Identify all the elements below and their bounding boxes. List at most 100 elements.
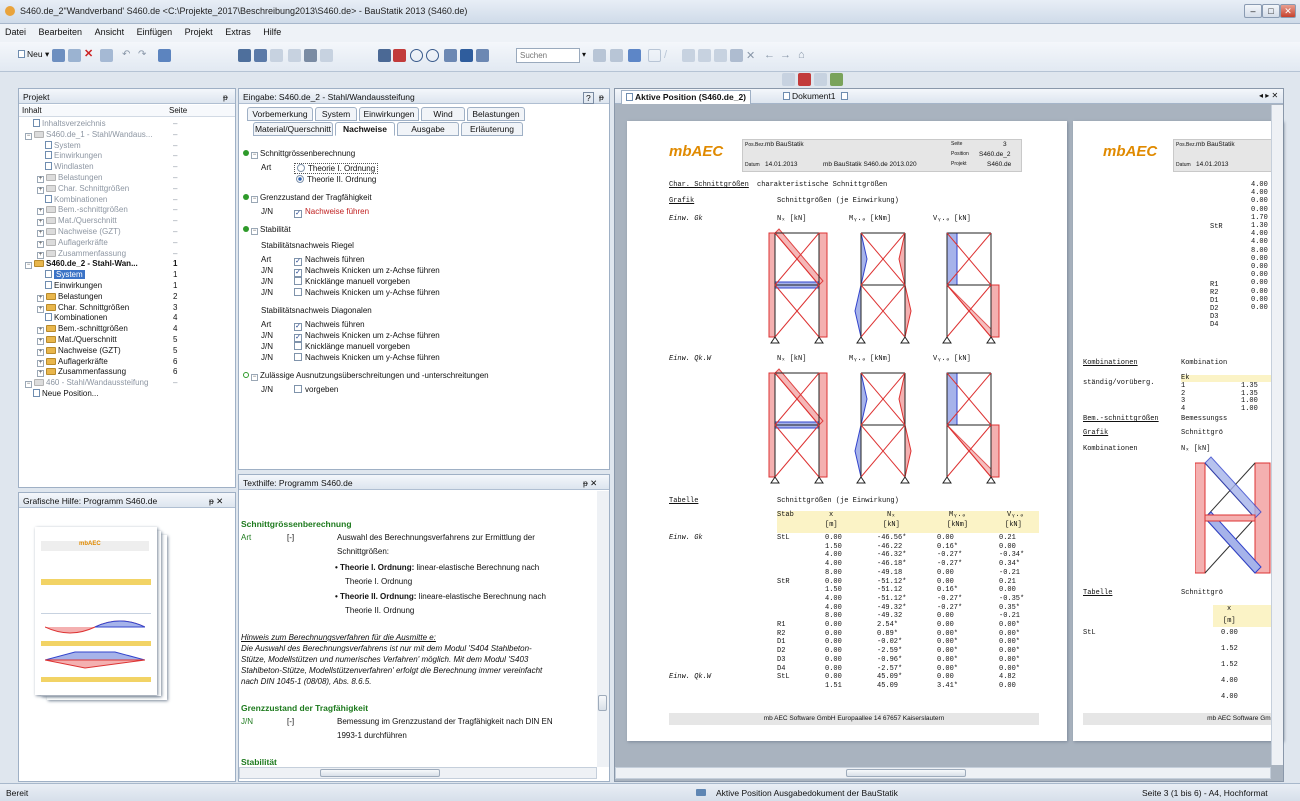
menu-hilfe[interactable]: Hilfe <box>258 24 286 40</box>
doc-hscroll[interactable] <box>615 767 1271 779</box>
tree-item[interactable]: Kombinationen <box>45 194 107 205</box>
theory1-radio[interactable]: Theorie I. Ordnung <box>294 163 379 174</box>
search-dropdown-icon[interactable]: ▾ <box>582 50 586 59</box>
tree-item[interactable]: Einwirkungen <box>45 281 102 291</box>
tree-item[interactable]: + Auflagerkräfte <box>37 357 108 367</box>
expand-icon[interactable]: − <box>25 262 32 270</box>
pen-icon[interactable] <box>628 49 641 62</box>
diag-knicken-y-cb[interactable]: Nachweis Knicken um y-Achse führen <box>294 353 440 362</box>
help-button[interactable]: ? <box>583 92 594 104</box>
print-icon[interactable] <box>254 49 267 62</box>
collapse-icon-1[interactable]: − <box>251 152 258 159</box>
format-icon[interactable] <box>288 49 301 62</box>
properties-icon[interactable] <box>100 49 113 62</box>
page-width-icon[interactable] <box>444 49 457 62</box>
expand-icon[interactable]: − <box>25 132 32 140</box>
pin-icon[interactable]: ᵽ <box>223 92 228 102</box>
new-button[interactable]: Neu ▾ <box>18 49 49 60</box>
tree-item[interactable]: + Mat./Querschnitt <box>37 216 117 227</box>
input-tab[interactable]: Vorbemerkung <box>247 107 313 121</box>
tree-item[interactable]: + Zusammenfassung <box>37 249 126 259</box>
search-input[interactable] <box>516 48 580 63</box>
printer-icon[interactable] <box>378 49 391 62</box>
tree-item[interactable]: Kombinationen <box>45 313 107 323</box>
input-tab[interactable]: Wind <box>421 107 465 121</box>
input-tab[interactable]: Ausgabe <box>397 122 459 136</box>
expand-icon[interactable]: + <box>37 327 44 335</box>
view-icon[interactable] <box>158 49 171 62</box>
riegel-knicken-y-cb[interactable]: Nachweis Knicken um y-Achse führen <box>294 288 440 297</box>
expand-icon[interactable]: + <box>37 294 44 302</box>
nav2-icon[interactable] <box>610 49 623 62</box>
texthelp-hscroll[interactable] <box>239 767 597 779</box>
tree-item[interactable]: Inhaltsverzeichnis <box>33 119 106 129</box>
riegel-nachweis-cb[interactable]: ✓ Nachweis führen <box>294 255 365 266</box>
grid-icon[interactable] <box>682 49 695 62</box>
input-tab[interactable]: Erläuterung <box>461 122 523 136</box>
expand-icon[interactable]: + <box>37 219 44 227</box>
tree-item[interactable]: + Zusammenfassung <box>37 367 126 378</box>
export-icon[interactable] <box>270 49 283 62</box>
doc-icon-a[interactable] <box>782 73 795 86</box>
zoom-in-icon[interactable] <box>410 49 423 62</box>
input-tab[interactable]: Belastungen <box>467 107 525 121</box>
expand-icon[interactable]: + <box>37 348 44 356</box>
diag-knicken-z-cb[interactable]: ✓ Nachweis Knicken um z-Achse führen <box>294 331 440 342</box>
diag-nachweis-cb[interactable]: ✓ Nachweis führen <box>294 320 365 331</box>
bookmark-icon[interactable]: ⌂ <box>798 49 811 62</box>
tree-item[interactable]: Einwirkungen <box>45 151 102 161</box>
redo-icon[interactable]: ↷ <box>138 49 151 62</box>
close-window-button[interactable]: ✕ <box>1280 4 1296 18</box>
expand-icon[interactable]: + <box>37 230 44 237</box>
doc-icon-d[interactable] <box>830 73 843 86</box>
riegel-knicken-z-cb[interactable]: ✓ Nachweis Knicken um z-Achse führen <box>294 266 440 277</box>
menu-projekt[interactable]: Projekt <box>180 24 218 40</box>
tree-item[interactable]: + Char. Schnittgrößen <box>37 184 129 194</box>
doc-icon-c[interactable] <box>814 73 827 86</box>
texthelp-vscroll-thumb[interactable] <box>598 695 607 711</box>
minimize-button[interactable]: – <box>1244 4 1262 18</box>
texthelp-hscroll-thumb[interactable] <box>320 769 440 777</box>
copy-icon[interactable] <box>68 49 81 62</box>
pin-icon-3[interactable]: ᵽ <box>599 92 604 102</box>
frame-icon[interactable] <box>730 49 743 62</box>
nav-icon[interactable] <box>593 49 606 62</box>
save-icon[interactable] <box>52 49 65 62</box>
arrow-left-icon[interactable]: ← <box>764 49 777 62</box>
tree-item[interactable]: − S460.de_2 - Stahl-Wan... <box>25 259 138 270</box>
doc-icon-b[interactable] <box>798 73 811 86</box>
menu-extras[interactable]: Extras <box>220 24 256 40</box>
two-pages-icon[interactable] <box>476 49 489 62</box>
grid2-icon[interactable] <box>698 49 711 62</box>
tree-item[interactable]: + Mat./Querschnitt <box>37 335 117 345</box>
doc-hscroll-thumb[interactable] <box>846 769 966 777</box>
maximize-button[interactable]: □ <box>1262 4 1280 18</box>
expand-icon[interactable]: + <box>37 208 44 216</box>
tree-item[interactable]: − S460.de_1 - Stahl/Wandaus... <box>25 130 152 140</box>
pin-icon-2[interactable]: ᵽ ✕ <box>209 496 223 507</box>
print-preview-icon[interactable] <box>238 49 251 62</box>
tree-item[interactable]: + Char. Schnittgrößen <box>37 303 129 313</box>
pin-icon-4[interactable]: ᵽ ✕ <box>583 478 597 489</box>
tree-item[interactable]: Neue Position... <box>33 389 98 399</box>
tree-item[interactable]: + Belastungen <box>37 292 102 302</box>
expand-icon[interactable]: + <box>37 176 44 183</box>
nachweise-checkbox[interactable]: ✓ Nachweise führen <box>294 207 369 218</box>
new-tab-icon[interactable] <box>841 91 850 101</box>
texthelp-vscroll[interactable] <box>597 491 609 767</box>
expand-icon[interactable]: + <box>37 251 44 259</box>
riegel-knicklaenge-cb[interactable]: Knicklänge manuell vorgeben <box>294 277 410 286</box>
tree-item[interactable]: System <box>45 270 85 280</box>
page-icon[interactable] <box>304 49 317 62</box>
expand-icon[interactable]: + <box>37 186 44 194</box>
tree-item[interactable]: + Bem.-schnittgrößen <box>37 205 128 216</box>
collapse-icon-4[interactable]: − <box>251 374 258 381</box>
expand-icon[interactable]: + <box>37 338 44 345</box>
tree-item[interactable]: + Belastungen <box>37 173 102 183</box>
menu-einfuegen[interactable]: Einfügen <box>132 24 178 40</box>
menu-datei[interactable]: Datei <box>0 24 31 40</box>
tree-item[interactable]: System <box>45 140 81 151</box>
doc-vscroll[interactable] <box>1271 105 1283 765</box>
expand-icon[interactable]: + <box>37 370 44 378</box>
expand-icon[interactable]: + <box>37 240 44 248</box>
